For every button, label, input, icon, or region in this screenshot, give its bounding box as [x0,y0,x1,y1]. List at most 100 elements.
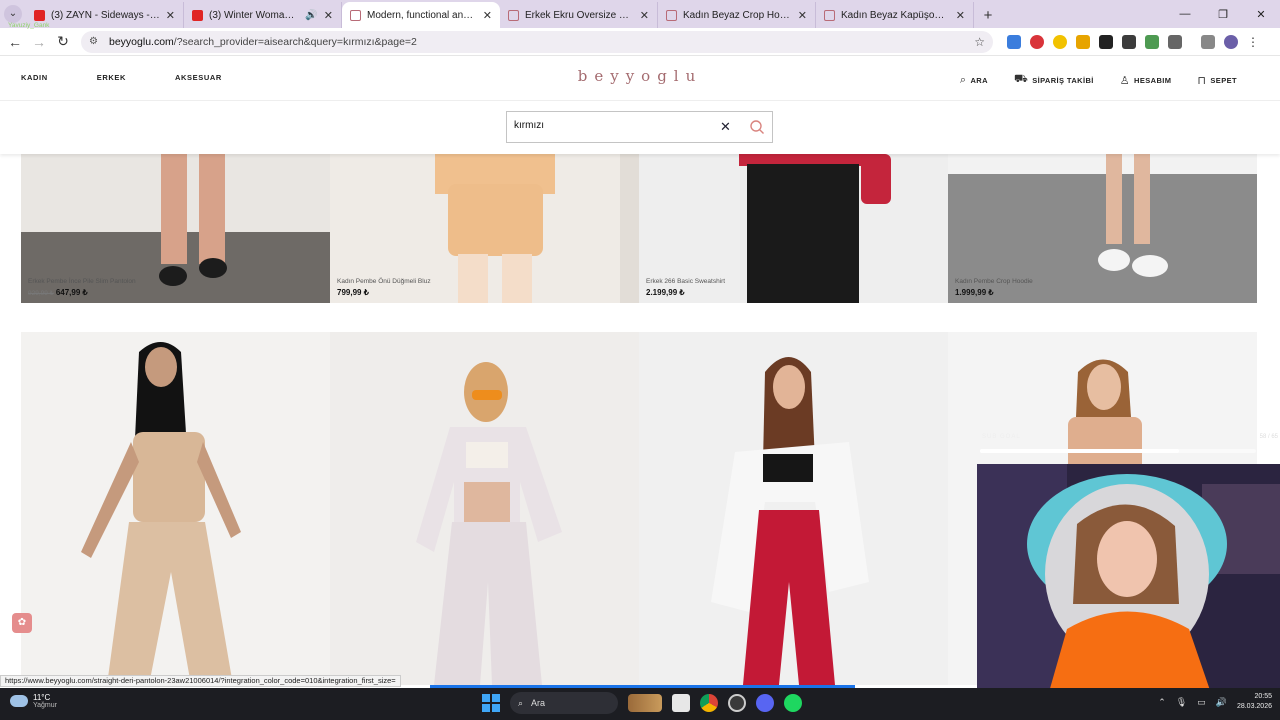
browser-tab[interactable]: Erkek Ekru Oversize Hoodie | Beyyoglu ✕ [500,2,658,28]
extension-green-icon[interactable] [1145,34,1159,49]
search-submit-icon[interactable] [749,119,765,135]
browser-tab[interactable]: Modern, functional and cool - beyyoglu ✕ [342,2,500,28]
browser-tab[interactable]: Kadın Beyaz Kapüşonlu Hoodie ✕ [816,2,974,28]
product-price: 1.999,99 ₺ [955,288,993,297]
extension-dark-icon[interactable] [1099,34,1113,49]
address-url: beyyoglu.com/?search_provider=aisearch&q… [109,35,417,48]
search-highlight-image[interactable] [628,694,662,712]
taskbar-apps: ⌕ Ara [482,692,802,714]
product-name: Kadın Pembe Önü Düğmeli Bluz [337,278,431,285]
reading-list-icon[interactable] [1201,34,1215,49]
window-controls: — ❐ ✕ [1166,0,1280,28]
browser-tab[interactable]: (3) ZAYN - Sideways - YouTube ✕ [26,2,184,28]
close-tab-icon[interactable]: ✕ [166,9,175,22]
windows-start-icon[interactable] [482,694,500,712]
new-tab-button[interactable]: + [974,2,1002,28]
chevron-down-icon: ⌄ [4,5,22,23]
file-explorer-icon[interactable] [672,694,690,712]
extension-cast-icon[interactable] [1122,34,1136,49]
profile-avatar[interactable] [1224,34,1238,49]
reload-icon[interactable]: ↻ [51,33,75,50]
product-image [81,342,241,685]
obs-icon[interactable] [728,694,746,712]
system-tray: ⌃ 🎙 ▭ 🔊 20:55 28.03.2026 [1158,692,1272,712]
product-name: Erkek Pembe İnce Pile Slim Pantolon [28,278,136,285]
current-price: 799,99 ₺ [337,288,369,297]
discord-icon[interactable] [756,694,774,712]
search-icon: ⌕ [959,73,967,86]
search-icon: ⌕ [518,697,524,708]
extensions-puzzle-icon[interactable] [1168,34,1182,49]
product-card[interactable] [21,332,330,685]
nav-search[interactable]: ⌕ ARA [960,73,988,87]
weather-widget[interactable]: 11°C Yağmur [10,693,57,709]
product-card[interactable]: Erkek 266 Basic Sweatshirt 2.199,99 ₺ [639,154,948,303]
close-window-icon[interactable]: ✕ [1242,0,1280,28]
volume-icon[interactable]: 🔊 [1216,697,1227,708]
os-taskbar: 11°C Yağmur ⌕ Ara ⌃ 🎙 ▭ 🔊 20:55 28.03.202… [0,688,1280,720]
nav-account-label: HESABIM [1134,75,1172,85]
chrome-icon[interactable] [700,694,718,712]
nav-search-label: ARA [970,75,988,85]
tab-title: Modern, functional and cool - beyyoglu [367,9,477,21]
search-input[interactable] [514,120,714,131]
minimize-icon[interactable]: — [1166,0,1204,28]
extension-shield-icon[interactable] [1076,34,1090,49]
extension-yellow-icon[interactable] [1053,34,1067,49]
nav-cart[interactable]: ⊓ SEPET [1197,73,1237,87]
nav-account[interactable]: ♙ HESABIM [1120,73,1172,87]
network-icon[interactable]: ▭ [1197,697,1206,708]
weather-condition: Yağmur [33,702,57,709]
address-bar[interactable]: ⚙ beyyoglu.com/?search_provider=aisearch… [81,30,993,53]
chevron-up-icon[interactable]: ⌃ [1158,697,1166,708]
youtube-icon [192,9,203,21]
current-price: 2.199,99 ₺ [646,288,685,297]
restore-icon[interactable]: ❐ [1204,0,1242,28]
beyyoglu-icon [666,9,677,21]
product-card[interactable]: Kadın Pembe Önü Düğmeli Bluz 799,99 ₺ [330,154,639,303]
clock-time: 20:55 [1254,693,1272,700]
taskbar-search[interactable]: ⌕ Ara [510,692,618,714]
close-tab-icon[interactable]: ✕ [640,9,649,22]
tab-title: Kadın Beyaz Crop Hoodie | Beyyoglu [683,9,792,21]
tab-title: Kadın Beyaz Kapüşonlu Hoodie [841,9,950,21]
browser-tab[interactable]: Kadın Beyaz Crop Hoodie | Beyyoglu ✕ [658,2,816,28]
webcam-image [977,464,1280,699]
browser-menu-icon[interactable]: ⋮ [1247,35,1259,49]
product-card[interactable] [330,332,639,685]
forward-arrow-icon[interactable]: → [27,34,51,50]
product-card[interactable]: Erkek Pembe İnce Pile Slim Pantolon 929,… [21,154,330,303]
cloud-rain-icon [10,695,28,707]
browser-tab-strip: ⌄ (3) ZAYN - Sideways - YouTube✕(3) Wint… [0,0,1280,28]
product-price: 929,99 ₺ 647,99 ₺ [28,288,88,297]
product-name: Kadın Pembe Crop Hoodie [955,278,1033,285]
back-arrow-icon[interactable]: ← [3,34,27,50]
close-tab-icon[interactable]: ✕ [798,9,807,22]
current-price: 1.999,99 ₺ [955,288,994,297]
microphone-icon[interactable]: 🎙 [1176,697,1187,708]
site-info-icon[interactable]: ⚙ [89,36,103,47]
close-tab-icon[interactable]: ✕ [324,9,333,22]
close-tab-icon[interactable]: ✕ [956,9,965,22]
utility-nav: ⌕ ARA ⛟ SİPARİŞ TAKİBİ ♙ HESABIM ⊓ SEPET [960,73,1237,87]
tab-title: (3) ZAYN - Sideways - YouTube [51,9,160,21]
extension-red-icon[interactable] [1030,34,1044,49]
clock-date: 28.03.2026 [1236,703,1272,710]
user-icon: ♙ [1119,74,1131,87]
spotify-icon[interactable] [784,694,802,712]
nav-order-tracking[interactable]: ⛟ SİPARİŞ TAKİBİ [1014,73,1094,87]
clear-search-icon[interactable]: ✕ [720,119,731,135]
product-price: 799,99 ₺ [337,288,369,297]
bookmark-star-icon[interactable]: ☆ [974,35,985,49]
product-card[interactable]: Kadın Pembe Crop Hoodie 1.999,99 ₺ [948,154,1257,303]
product-card[interactable] [639,332,948,685]
search-box: ✕ [506,111,773,143]
temperature: 11°C [33,693,51,702]
chat-widget-button[interactable]: ✿ [12,613,32,633]
speaker-icon[interactable]: 🔊 [305,10,317,21]
nav-cart-label: SEPET [1210,75,1237,85]
browser-tab[interactable]: (3) Winter Woman. - YouTube 🔊 ✕ [184,2,342,28]
translate-extension-icon[interactable] [1007,34,1021,49]
clock[interactable]: 20:55 28.03.2026 [1237,692,1272,712]
close-tab-icon[interactable]: ✕ [483,9,492,22]
